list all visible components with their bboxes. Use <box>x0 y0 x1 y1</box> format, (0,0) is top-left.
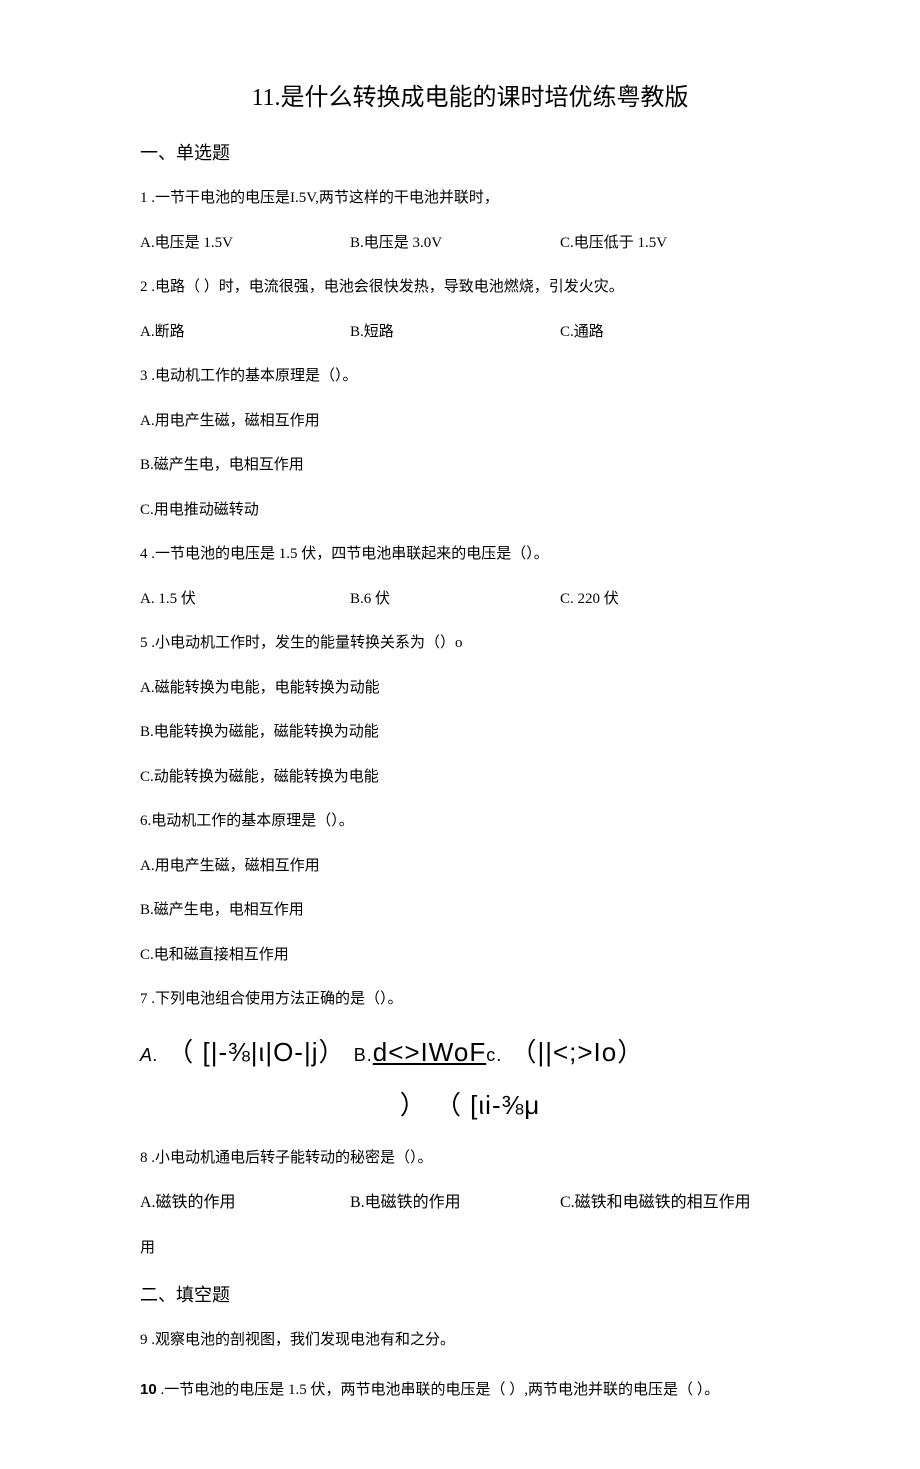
q3-opt-b: B.磁产生电，电相互作用 <box>140 454 800 477</box>
q2-opt-a: A.断路 <box>140 321 350 344</box>
q5-opt-b: B.电能转换为磁能，磁能转换为动能 <box>140 721 800 744</box>
q7-special-a: （ [|-⅜|ι|O-|j） <box>167 1037 353 1067</box>
q7-special-line: A. （ [|-⅜|ι|O-|j） B.d<>IWoFc. （||<;>Io） <box>140 1033 800 1072</box>
q10-number: 10 <box>140 1381 157 1398</box>
q10-rest: .一节电池的电压是 1.5 伏，两节电池串联的电压是（ ）,两节电池并联的电压是… <box>157 1382 720 1398</box>
q8-opt-tail: 用 <box>140 1237 800 1260</box>
q6-opt-c: C.电和磁直接相互作用 <box>140 944 800 967</box>
q5-stem: 5 .小电动机工作时，发生的能量转换关系为（）o <box>140 632 800 655</box>
q2-opt-c: C.通路 <box>560 321 604 344</box>
section-1-heading: 一、单选题 <box>140 140 800 167</box>
q4-opt-c: C. 220 伏 <box>560 588 619 611</box>
q5-opt-a: A.磁能转换为电能，电能转换为动能 <box>140 677 800 700</box>
q6-opt-b: B.磁产生电，电相互作用 <box>140 899 800 922</box>
q10: 10 .一节电池的电压是 1.5 伏，两节电池串联的电压是（ ）,两节电池并联的… <box>140 1373 800 1407</box>
q1-stem: 1 .一节干电池的电压是I.5V,两节这样的干电池并联时， <box>140 187 800 210</box>
q3-opt-a: A.用电产生磁，磁相互作用 <box>140 410 800 433</box>
q7-special-b: d<>IWoF <box>373 1037 486 1067</box>
q1-options: A.电压是 1.5V B.电压是 3.0V C.电压低于 1.5V <box>140 232 800 255</box>
q4-stem: 4 .一节电池的电压是 1.5 伏，四节电池串联起来的电压是（）。 <box>140 543 800 566</box>
page-title: 11.是什么转换成电能的课时培优练粤教版 <box>140 80 800 116</box>
q5-opt-c: C.动能转换为磁能，磁能转换为电能 <box>140 766 800 789</box>
q8-stem: 8 .小电动机通电后转子能转动的秘密是（）。 <box>140 1147 800 1170</box>
q1-opt-a: A.电压是 1.5V <box>140 232 350 255</box>
section-2-heading: 二、填空题 <box>140 1282 800 1309</box>
q3-opt-c: C.用电推动磁转动 <box>140 499 800 522</box>
q4-opt-b: B.6 伏 <box>350 588 560 611</box>
q7-stem: 7 .下列电池组合使用方法正确的是（）。 <box>140 988 800 1011</box>
q1-opt-c: C.电压低于 1.5V <box>560 232 667 255</box>
q8-opt-b: B.电磁铁的作用 <box>350 1191 560 1215</box>
q7-special-c: （||<;>Io） <box>510 1037 644 1067</box>
q6-opt-a: A.用电产生磁，磁相互作用 <box>140 855 800 878</box>
q7-prefix-c: c. <box>486 1045 502 1065</box>
q7-prefix-b: B. <box>354 1045 373 1065</box>
q2-opt-b: B.短路 <box>350 321 560 344</box>
q2-options: A.断路 B.短路 C.通路 <box>140 321 800 344</box>
q8-opt-c: C.磁铁和电磁铁的相互作用 <box>560 1191 751 1215</box>
q7-prefix-a: A. <box>140 1045 159 1065</box>
q6-stem: 6.电动机工作的基本原理是（）。 <box>140 810 800 833</box>
q2-stem: 2 .电路（ ）时，电流很强，电池会很快发热，导致电池燃烧，引发火灾。 <box>140 276 800 299</box>
q8-opt-a: A.磁铁的作用 <box>140 1191 350 1215</box>
q4-opt-a: A. 1.5 伏 <box>140 588 350 611</box>
q7-special-sub: ） （ [ιi-⅜μ <box>140 1086 800 1125</box>
q8-options-row: A.磁铁的作用 B.电磁铁的作用 C.磁铁和电磁铁的相互作用 <box>140 1191 800 1215</box>
q4-options: A. 1.5 伏 B.6 伏 C. 220 伏 <box>140 588 800 611</box>
q1-opt-b: B.电压是 3.0V <box>350 232 560 255</box>
q3-stem: 3 .电动机工作的基本原理是（）。 <box>140 365 800 388</box>
q9: 9 .观察电池的剖视图，我们发现电池有和之分。 <box>140 1329 800 1352</box>
